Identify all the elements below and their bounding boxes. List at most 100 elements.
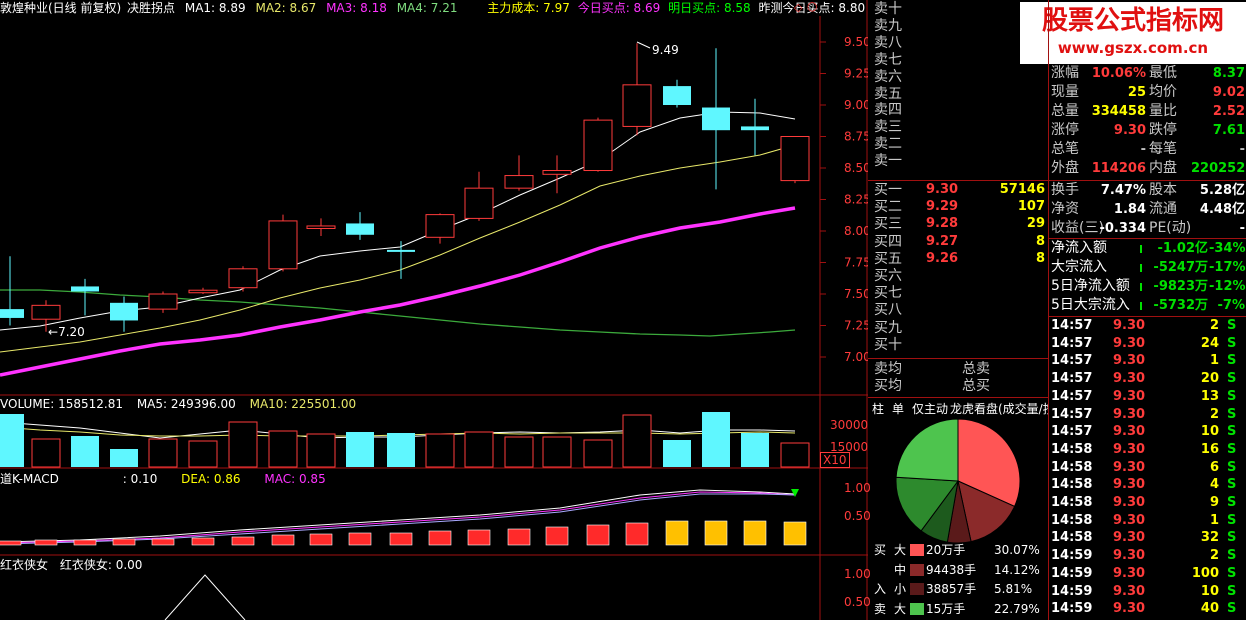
tick-side: S	[1227, 548, 1237, 564]
macd-bar	[467, 529, 491, 546]
macd-bar	[191, 537, 215, 546]
sell-row: 卖十	[874, 1, 1044, 18]
sell-row: 卖六	[874, 69, 1044, 86]
flow-row: 大宗流入 -5247万 -17%	[1051, 258, 1246, 277]
flow-percent: -17%	[1209, 260, 1246, 275]
volume-bar	[188, 440, 218, 468]
tick-side: S	[1227, 371, 1237, 387]
buy-row: 买二 9.29 107	[874, 199, 1045, 216]
stat-value: 2.52	[1212, 104, 1245, 119]
candle-body	[31, 304, 61, 320]
sell-row: 卖三	[874, 119, 1044, 136]
sell-avg-row: 卖均 总卖	[874, 361, 990, 377]
tick-time: 14:57	[1051, 318, 1093, 333]
price-axis-label: 7.00	[844, 350, 868, 364]
tick-row: 14:59 9.30 2 S	[1051, 547, 1246, 565]
pie-legend-percent: 30.07%	[994, 543, 1040, 557]
tick-price: 9.30	[1113, 424, 1146, 440]
macd-bar	[743, 520, 767, 546]
macd-bar	[665, 520, 689, 546]
volume-bar	[148, 438, 178, 468]
buy-level-volume: 107	[1017, 199, 1045, 215]
price-axis-label: 8.50	[844, 161, 868, 175]
stat-row: 收益(三) -0.334 PE(动) -	[1051, 219, 1246, 238]
stat-label: PE(动)	[1149, 220, 1192, 236]
tick-time: 14:59	[1051, 548, 1093, 564]
tab-dragon-tiger[interactable]: 龙虎看盘(成交量/按	[950, 400, 1048, 418]
buy-level-volume: 57146	[999, 182, 1045, 197]
volume-bar	[504, 436, 534, 468]
tick-time: 14:58	[1051, 477, 1093, 493]
flow-label: 5日大宗流入	[1051, 297, 1130, 313]
tick-volume: 100	[1191, 565, 1219, 581]
tick-volume: 20	[1200, 371, 1219, 387]
candle-body	[542, 170, 572, 175]
tick-price: 9.30	[1113, 512, 1146, 528]
macd-signal-arrow	[791, 489, 799, 497]
stat-row: 换手 7.47% 股本 5.28亿	[1051, 181, 1246, 200]
price-axis-label: 7.25	[844, 319, 868, 333]
tick-price: 9.30	[1113, 318, 1146, 333]
tick-time: 14:59	[1051, 583, 1093, 599]
stat-value: 114206	[1091, 161, 1146, 176]
tick-side: S	[1227, 512, 1237, 528]
flow-value: -5247万	[1153, 260, 1208, 275]
total-buy-label: 总买	[962, 378, 990, 394]
tab-single[interactable]: 单	[892, 400, 904, 418]
candle-body	[110, 302, 138, 321]
stat-label: 每笔	[1149, 141, 1177, 157]
stat-label: 涨幅	[1051, 65, 1079, 81]
buy-level-label: 买四	[874, 233, 902, 250]
volume-bar	[425, 433, 455, 468]
pie-legend-volume: 15万手	[926, 601, 966, 616]
sell-level-label: 卖九	[874, 17, 902, 34]
tick-volume: 2	[1209, 406, 1219, 422]
stat-label: 外盘	[1051, 160, 1079, 176]
macd-bar	[348, 532, 372, 546]
volume-bar	[464, 431, 494, 468]
candle-body	[268, 220, 298, 270]
stat-value: 9.30	[1113, 123, 1146, 138]
macd-bar	[112, 538, 136, 546]
buy-level-price: 9.29	[926, 199, 959, 215]
tick-volume: 4	[1209, 477, 1219, 493]
tick-volume: 24	[1200, 335, 1219, 351]
tick-volume: 13	[1200, 388, 1219, 404]
tick-row: 14:57 9.30 2 S	[1051, 406, 1246, 424]
price-axis-label: 7.75	[844, 256, 868, 270]
tick-row: 14:57 9.30 20 S	[1051, 370, 1246, 388]
stat-label: 最低	[1149, 65, 1177, 81]
panel-tabs: 柱 单 仅主动 龙虎看盘(成交量/按	[870, 400, 1048, 418]
macd-bar	[271, 534, 295, 546]
sell-level-label: 卖六	[874, 68, 902, 85]
stat-value: 220252	[1191, 161, 1246, 176]
volume-value: VOLUME: 158512.81	[0, 397, 123, 411]
buy-level-label: 买三	[874, 216, 902, 233]
pie-legend-side: 买	[874, 543, 887, 557]
tick-time: 14:57	[1051, 406, 1093, 422]
buy-row: 买八	[874, 302, 1044, 319]
watermark-url: www.gszx.com.cn	[1057, 39, 1209, 57]
buy-level-label: 买五	[874, 250, 902, 267]
stat-row: 净资 1.84 流通 4.48亿	[1051, 200, 1246, 219]
candle-body	[741, 126, 769, 131]
pie-slice	[895, 418, 959, 482]
buy-level-price: 9.26	[926, 250, 959, 266]
tick-price: 9.30	[1113, 441, 1146, 457]
capital-flow-pie[interactable]	[868, 418, 1048, 543]
tick-time: 14:57	[1051, 335, 1093, 351]
sell-row: 卖八	[874, 35, 1044, 52]
tick-side: S	[1227, 424, 1237, 440]
tab-active-only[interactable]: 仅主动	[912, 400, 948, 418]
stat-value: -0.334	[1099, 221, 1146, 236]
kline-chart[interactable]: 9.50 9.25 9.00 8.75 8.50 8.25 8.00 7.75 7.50 7.25…	[0, 0, 868, 620]
price-axis-label: 8.00	[844, 224, 868, 238]
flow-bar	[1140, 283, 1142, 291]
tab-bar[interactable]: 柱	[872, 400, 884, 418]
stat-label: 涨停	[1051, 122, 1079, 138]
chart-area[interactable]: 敦煌种业(日线 前复权) 决胜拐点 MA1: 8.89 MA2: 8.67 MA…	[0, 0, 871, 620]
tick-volume: 6	[1209, 459, 1219, 475]
bottom-indicator-header: 红衣侠女 红衣侠女: 0.00	[0, 556, 142, 573]
tick-side: S	[1227, 477, 1237, 493]
volume-bar	[387, 433, 415, 467]
